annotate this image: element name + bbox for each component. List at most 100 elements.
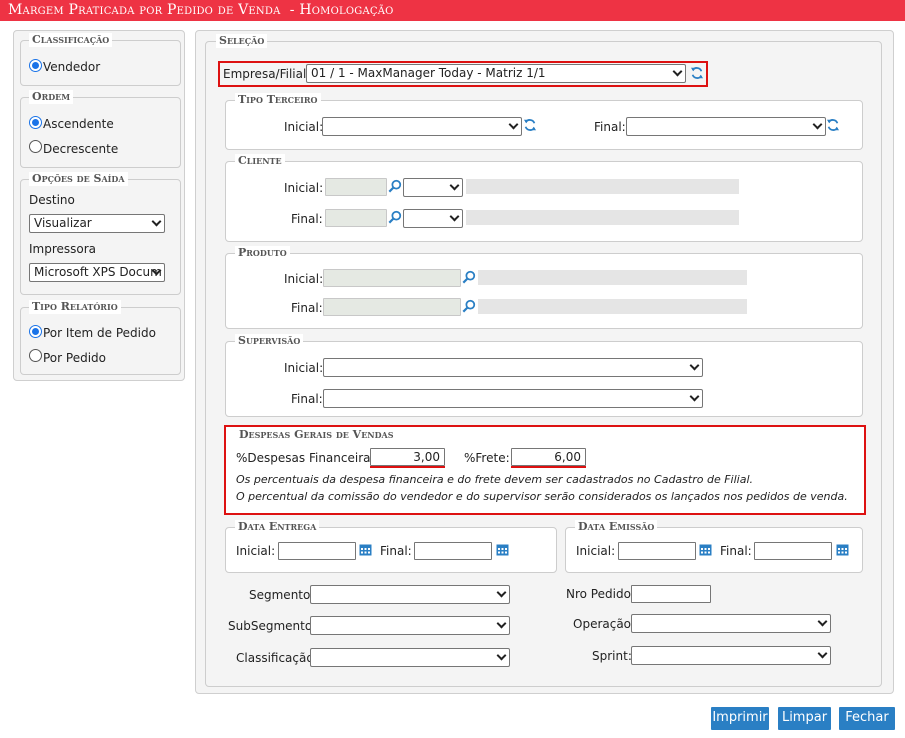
limpar-button[interactable]: Limpar <box>778 707 831 730</box>
tipo-relatorio-legend: Tipo Relatório <box>29 300 121 314</box>
tipo-terceiro-legend: Tipo Terceiro <box>235 93 321 107</box>
radio-por-item-label[interactable]: Por Item de Pedido <box>43 325 156 341</box>
chevron-down-icon <box>496 587 507 598</box>
window-title: Margem Praticada por Pedido de Venda - H… <box>0 0 905 21</box>
despesas-fin-input[interactable]: 3,00 <box>370 448 445 466</box>
despesas-legend: Despesas Gerais de Vendas <box>236 428 397 442</box>
impressora-select[interactable]: Microsoft XPS Docum <box>29 263 165 282</box>
cliente-final-input[interactable] <box>325 209 387 227</box>
chevron-down-icon <box>817 648 828 659</box>
calendar-icon[interactable] <box>699 543 712 556</box>
radio-ascendente[interactable] <box>29 116 42 129</box>
operacao-label: Operação: <box>573 617 636 631</box>
despesas-fin-underline <box>370 466 445 468</box>
selecao-legend: Seleção <box>216 34 268 48</box>
data-entrega-legend: Data Entrega <box>235 520 320 534</box>
search-icon[interactable] <box>388 179 402 193</box>
produto-legend: Produto <box>235 246 290 260</box>
classificacao-select[interactable] <box>310 648 510 667</box>
chevron-down-icon <box>449 180 460 191</box>
sprint-label: Sprint: <box>592 649 632 663</box>
radio-ascendente-label[interactable]: Ascendente <box>43 116 114 132</box>
cliente-inicial-label: Inicial: <box>284 181 324 195</box>
chevron-down-icon <box>817 616 828 627</box>
empresa-label: Empresa/Filial: <box>223 67 311 81</box>
subsegmento-label: SubSegmento: <box>228 619 317 633</box>
segmento-label: Segmento: <box>249 588 315 602</box>
tipo-terceiro-final-select[interactable] <box>626 117 826 136</box>
chevron-down-icon <box>449 211 460 222</box>
calendar-icon[interactable] <box>836 543 849 556</box>
chevron-down-icon <box>689 360 700 371</box>
calendar-icon[interactable] <box>496 543 509 556</box>
tipo-terceiro-final-label: Final: <box>594 120 626 134</box>
data-entrega-inicial-label: Inicial: <box>236 544 276 558</box>
chevron-down-icon <box>508 119 519 130</box>
search-icon[interactable] <box>388 210 402 224</box>
segmento-select[interactable] <box>310 585 510 604</box>
radio-decrescente[interactable] <box>29 140 42 153</box>
cliente-inicial-type[interactable] <box>403 178 463 197</box>
produto-inicial-input[interactable] <box>323 269 461 287</box>
despesas-note-1: Os percentuais da despesa financeira e d… <box>236 473 753 486</box>
nro-pedido-input[interactable] <box>631 585 711 603</box>
calendar-icon[interactable] <box>359 543 372 556</box>
data-emissao-final-label: Final: <box>720 544 752 558</box>
data-emissao-legend: Data Emissão <box>575 520 658 534</box>
empresa-select[interactable]: 01 / 1 - MaxManager Today - Matriz 1/1 <box>306 64 686 83</box>
refresh-icon[interactable] <box>826 118 840 132</box>
despesas-frete-underline <box>511 466 586 468</box>
data-entrega-final-input[interactable] <box>414 542 492 560</box>
chevron-down-icon <box>496 618 507 629</box>
cliente-inicial-input[interactable] <box>325 178 387 196</box>
supervisao-inicial-label: Inicial: <box>284 361 324 375</box>
tipo-terceiro-inicial-label: Inicial: <box>284 120 324 134</box>
nro-pedido-label: Nro Pedido: <box>566 587 635 601</box>
chevron-down-icon <box>672 66 683 77</box>
cliente-final-label: Final: <box>291 212 323 226</box>
despesas-fin-label: %Despesas Financeiras: <box>236 451 381 465</box>
chevron-down-icon <box>151 216 162 227</box>
radio-vendedor-label[interactable]: Vendedor <box>43 59 100 75</box>
chevron-down-icon <box>812 119 823 130</box>
radio-por-pedido[interactable] <box>29 349 42 362</box>
empresa-value: 01 / 1 - MaxManager Today - Matriz 1/1 <box>311 66 546 80</box>
radio-decrescente-label[interactable]: Decrescente <box>43 141 118 157</box>
despesas-frete-label: %Frete: <box>464 451 510 465</box>
produto-final-desc <box>478 299 747 314</box>
chevron-down-icon <box>689 391 700 402</box>
ordem-group: Ordem <box>20 90 181 168</box>
refresh-icon[interactable] <box>690 66 704 80</box>
subsegmento-select[interactable] <box>310 616 510 635</box>
tipo-terceiro-inicial-select[interactable] <box>322 117 522 136</box>
produto-inicial-label: Inicial: <box>284 272 324 286</box>
data-entrega-inicial-input[interactable] <box>278 542 356 560</box>
produto-inicial-desc <box>478 270 747 285</box>
search-icon[interactable] <box>462 299 476 313</box>
radio-por-item[interactable] <box>29 325 42 338</box>
supervisao-inicial-select[interactable] <box>323 358 703 377</box>
ordem-legend: Ordem <box>29 90 74 104</box>
sprint-select[interactable] <box>631 646 831 665</box>
supervisao-final-select[interactable] <box>323 389 703 408</box>
cliente-final-type[interactable] <box>403 209 463 228</box>
destino-select[interactable]: Visualizar <box>29 214 165 233</box>
supervisao-legend: Supervisão <box>235 334 304 348</box>
fechar-button[interactable]: Fechar <box>839 707 895 730</box>
saida-legend: Opções de Saída <box>29 172 128 186</box>
operacao-select[interactable] <box>631 614 831 633</box>
refresh-icon[interactable] <box>523 118 537 132</box>
destino-label: Destino <box>29 193 75 207</box>
search-icon[interactable] <box>462 270 476 284</box>
data-entrega-final-label: Final: <box>380 544 412 558</box>
radio-vendedor[interactable] <box>29 59 42 72</box>
imprimir-button[interactable]: Imprimir <box>711 707 769 730</box>
produto-final-input[interactable] <box>323 298 461 316</box>
data-emissao-inicial-label: Inicial: <box>576 544 616 558</box>
radio-por-pedido-label[interactable]: Por Pedido <box>43 350 106 366</box>
cliente-inicial-desc <box>466 179 739 194</box>
despesas-frete-input[interactable]: 6,00 <box>511 448 586 466</box>
data-emissao-inicial-input[interactable] <box>618 542 696 560</box>
data-emissao-final-input[interactable] <box>754 542 832 560</box>
classificacao-legend: Classificação <box>29 33 113 47</box>
